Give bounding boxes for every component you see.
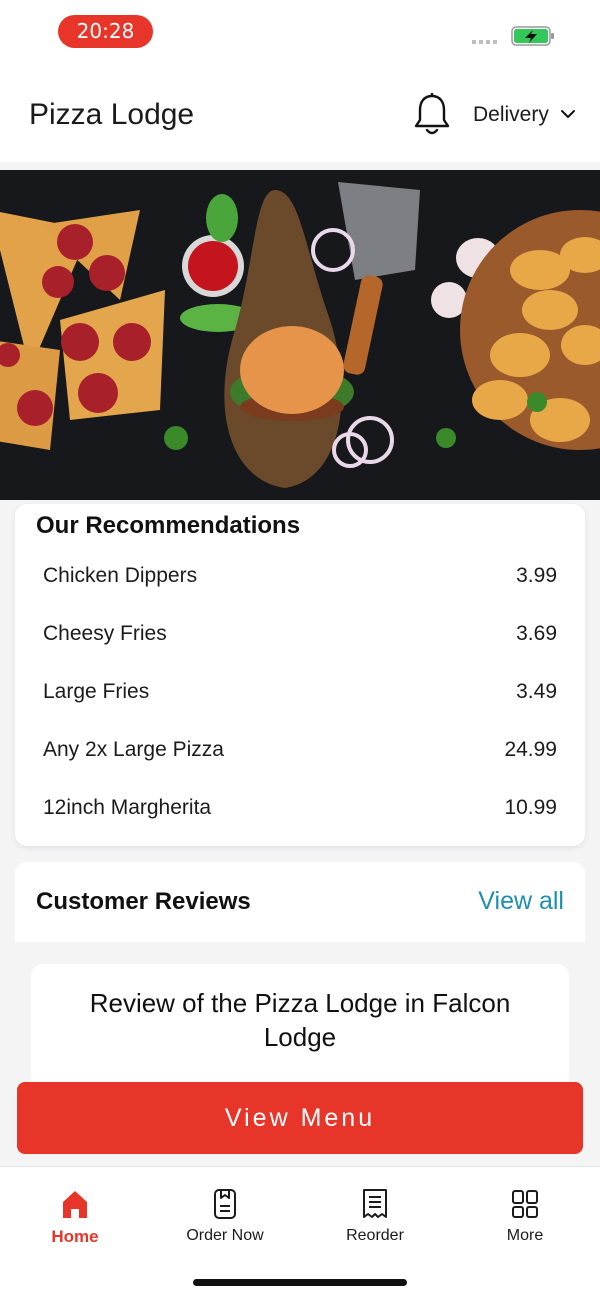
chevron-down-icon[interactable]: [560, 108, 576, 120]
review-title: Review of the Pizza Lodge in Falcon Lodg…: [89, 988, 511, 1052]
home-indicator: [193, 1279, 407, 1286]
item-name: Any 2x Large Pizza: [43, 738, 224, 761]
item-name: Chicken Dippers: [43, 564, 198, 587]
item-price: 3.99: [516, 564, 557, 587]
customer-reviews-section: Customer Reviews View all Review of the …: [15, 862, 585, 1094]
recommendation-item[interactable]: Cheesy Fries 3.69: [15, 606, 585, 664]
recommendation-item[interactable]: Large Fries 3.49: [15, 664, 585, 722]
item-name: 12inch Margherita: [43, 796, 212, 819]
item-price: 3.69: [516, 622, 557, 645]
tab-reorder[interactable]: Reorder: [300, 1187, 450, 1257]
item-name: Cheesy Fries: [43, 622, 167, 645]
tab-label: Order Now: [186, 1227, 264, 1244]
tab-label: More: [506, 1227, 544, 1244]
tab-order-now[interactable]: Order Now: [150, 1187, 300, 1257]
tab-label: Reorder: [346, 1227, 404, 1244]
receipt-icon: [363, 1189, 387, 1218]
notification-bell-icon[interactable]: [412, 92, 452, 138]
recommendation-item[interactable]: 12inch Margherita 10.99: [15, 780, 585, 838]
recommendations-list: Chicken Dippers 3.99 Cheesy Fries 3.69 L…: [15, 548, 585, 838]
recommendations-card: Our Recommendations Chicken Dippers 3.99…: [15, 504, 585, 846]
app-header: Pizza Lodge Delivery: [0, 66, 600, 162]
signal-icon: [472, 40, 497, 44]
food-illustration: [0, 170, 600, 500]
battery-charging-icon: [511, 26, 554, 46]
item-price: 10.99: [504, 796, 557, 819]
delivery-mode-selector[interactable]: Delivery: [473, 103, 549, 127]
tab-label: Home: [51, 1227, 99, 1246]
recommendation-item[interactable]: Any 2x Large Pizza 24.99: [15, 722, 585, 780]
view-all-reviews-link[interactable]: View all: [478, 887, 564, 916]
item-price: 3.49: [516, 680, 557, 703]
status-time: 20:28: [58, 15, 153, 48]
hero-food-banner: [0, 170, 600, 500]
home-icon: [63, 1191, 87, 1218]
reviews-title: Customer Reviews: [36, 888, 251, 915]
reviews-header: Customer Reviews View all: [15, 862, 585, 942]
recommendation-item[interactable]: Chicken Dippers 3.99: [15, 548, 585, 606]
app-title: Pizza Lodge: [29, 98, 195, 131]
tab-home[interactable]: Home: [0, 1187, 150, 1257]
review-card[interactable]: Review of the Pizza Lodge in Falcon Lodg…: [31, 964, 569, 1094]
recommendations-title: Our Recommendations: [36, 512, 301, 539]
order-icon: [214, 1189, 236, 1219]
grid-icon: [512, 1190, 538, 1218]
view-menu-button[interactable]: View Menu: [17, 1082, 583, 1154]
tab-more[interactable]: More: [450, 1187, 600, 1257]
item-name: Large Fries: [43, 680, 150, 703]
status-bar: 20:28: [0, 0, 600, 66]
item-price: 24.99: [504, 738, 557, 761]
